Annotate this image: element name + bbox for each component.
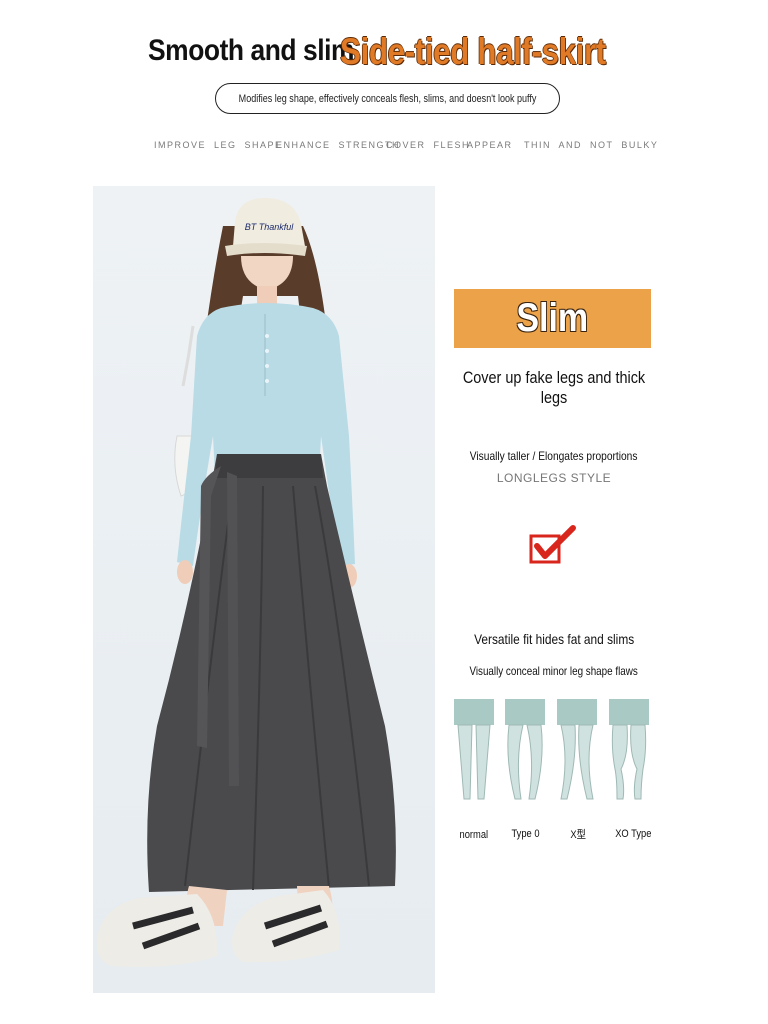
model-illustration: BT Thankful [96,198,396,967]
feature-label: IMPROVE LEG SHAPE [154,140,283,150]
leg-diagram-normal [454,699,494,803]
slim-banner-text: Slim [516,296,589,340]
feature-label: APPEAR [467,140,513,150]
leg-diagram-type-0 [505,699,545,803]
subtitle-pill: Modifies leg shape, effectively conceals… [215,83,560,114]
leg-diagram-type-x [557,699,597,803]
product-photo: BT Thankful [93,186,435,993]
taller-caption: Visually taller / Elongates proportions [470,449,638,463]
leg-label-type-xo: XO Type [614,828,652,840]
cap-logo: BT Thankful [245,222,295,232]
slim-banner: Slim [454,289,651,348]
feature-label: ENHANCE STRENGTH [276,140,401,150]
subtitle-text: Modifies leg shape, effectively conceals… [238,92,537,105]
cover-headline: Cover up fake legs and thick legs [462,368,646,407]
feature-label: COVER FLESH [386,140,471,150]
longlegs-caption: LONGLEGS STYLE [496,471,612,485]
conceal-caption: Visually conceal minor leg shape flaws [469,664,639,678]
leg-diagram-type-xo [609,699,649,803]
leg-label-normal: normal [459,829,489,841]
leg-label-type-x: X型 [570,829,586,841]
checkmark-icon [527,524,577,566]
versatile-headline: Versatile fit hides fat and slims [473,631,635,647]
page-title-left: Smooth and slim [148,34,355,67]
feature-label: THIN AND NOT BULKY [524,140,659,150]
leg-label-type-0: Type 0 [511,828,541,840]
page-title-right: Side-tied half-skirt [340,31,606,72]
